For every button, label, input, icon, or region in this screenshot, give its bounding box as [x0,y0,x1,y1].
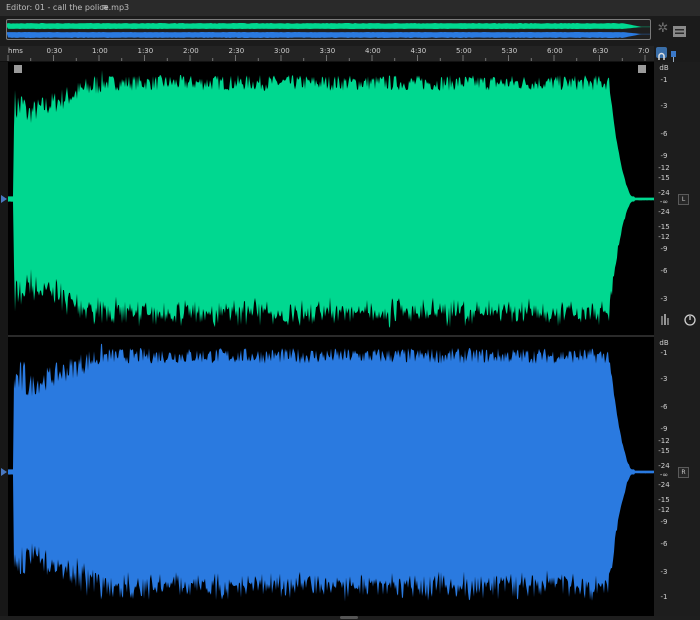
time-tick-label: 0:30 [46,47,63,55]
time-tick-label: 5:00 [456,47,472,55]
time-unit-label: hms [8,47,23,55]
db-tick-label: -3 [660,102,668,110]
db-tick-label: -1 [660,593,668,601]
db-tick-label: -∞ [659,471,669,479]
horizontal-scrollbar[interactable] [340,616,358,619]
db-tick-label: -6 [660,540,668,548]
db-tick-label: -12 [658,164,670,172]
time-tick-label: 4:00 [365,47,381,55]
time-tick-label: 2:00 [183,47,199,55]
snap-icon[interactable] [656,47,667,60]
time-tick-label: 2:30 [228,47,245,55]
editor-title-bar: Editor: 01 - call the police.mp3 ≡ [0,0,700,16]
db-tick-label: -9 [660,518,668,526]
left-channel-tag[interactable]: L [678,194,689,205]
time-tick-label: 7:0 [638,47,650,55]
waveform-canvas [8,70,654,602]
db-tick-label: -12 [658,437,670,445]
db-tick-label: -∞ [659,198,669,206]
db-tick-label: -12 [658,506,670,514]
db-tick-label: -3 [660,295,668,303]
db-tick-label: -6 [660,130,668,138]
db-tick-label: -3 [660,375,668,383]
time-tick-label: 4:30 [410,47,427,55]
time-tick-label: 3:30 [319,47,336,55]
right-channel-tag[interactable]: R [678,467,689,478]
volume-knob-icon[interactable] [661,312,696,328]
waveform-display[interactable] [8,62,654,616]
db-unit-label: dB [659,64,669,72]
db-tick-label: -6 [660,403,668,411]
zoom-selection-icon[interactable]: ✲ [655,21,671,37]
db-tick-label: -3 [660,568,668,576]
time-tick-label: 6:00 [547,47,563,55]
hamburger-icon[interactable]: ≡ [101,0,109,16]
db-tick-label: -12 [658,233,670,241]
db-tick-label: -15 [658,447,670,455]
db-tick-label: -9 [660,425,668,433]
time-ruler[interactable]: hms 0:30 1:00 1:30 2:00 2:30 3:00 3:30 4:00 4:30… [0,46,654,62]
db-tick-label: -9 [660,152,668,160]
db-scale[interactable]: dB -1 -3 -6 -9 -12 -15 -24 -∞ -24 -15 -12 -9 -6 -3 L … [654,62,700,616]
time-tick-label: 3:00 [274,47,290,55]
fade-out-handle[interactable] [638,65,646,73]
db-tick-label: -24 [658,189,670,197]
db-tick-label: -1 [660,76,668,84]
db-tick-label: -24 [658,208,670,216]
time-tick-label: 1:30 [137,47,154,55]
db-tick-label: -1 [660,349,668,357]
channel-divider [8,335,654,337]
time-tick-label: 1:00 [92,47,108,55]
panel-icon[interactable] [673,22,686,37]
db-tick-label: -24 [658,481,670,489]
db-tick-label: -15 [658,223,670,231]
editor-title: Editor: 01 - call the police.mp3 [6,3,130,12]
db-tick-label: -24 [658,462,670,470]
db-tick-label: -15 [658,174,670,182]
db-tick-label: -9 [660,245,668,253]
pin-icon[interactable] [669,47,678,62]
waveform-overview[interactable] [6,19,651,40]
left-gutter [0,62,8,616]
time-tick-label: 6:30 [592,47,609,55]
db-unit-label-right: dB [659,339,669,347]
overview-waveform [7,23,650,38]
time-tick-label: 5:30 [501,47,518,55]
db-tick-label: -15 [658,496,670,504]
fade-in-handle[interactable] [14,65,22,73]
left-channel-waveform [8,70,654,328]
db-tick-label: -6 [660,267,668,275]
right-channel-waveform [8,343,654,602]
